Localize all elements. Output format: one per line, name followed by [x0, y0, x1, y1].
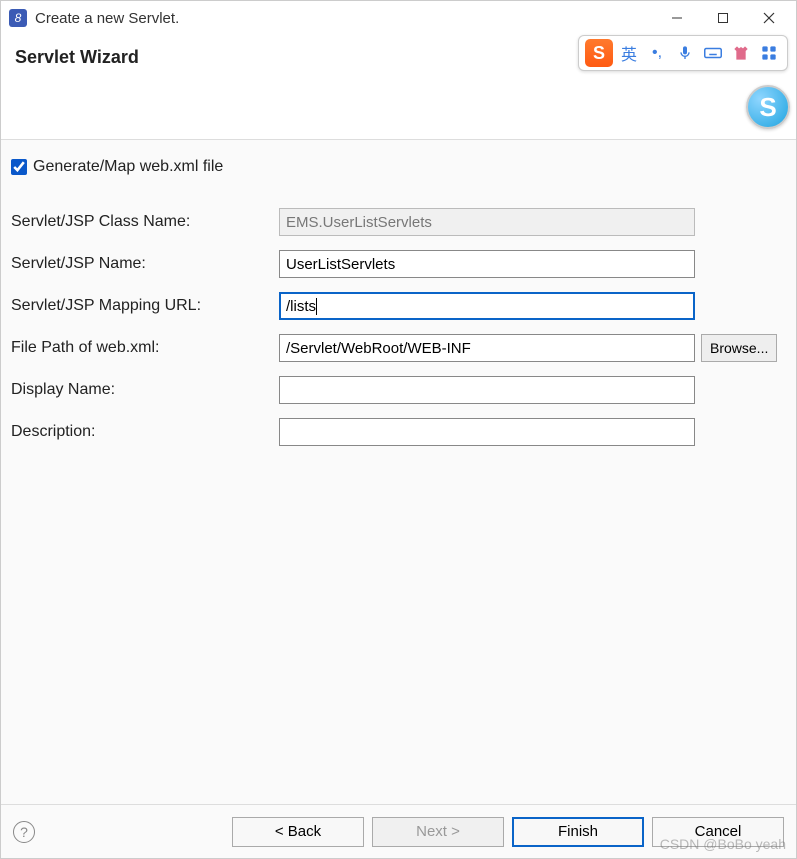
description-label: Description:	[11, 423, 279, 441]
browse-button[interactable]: Browse...	[701, 334, 777, 362]
back-button[interactable]: < Back	[232, 817, 364, 847]
skype-icon[interactable]: S	[746, 85, 790, 129]
ime-lang[interactable]: 英	[617, 41, 641, 65]
mapping-url-value: /lists	[286, 298, 316, 315]
maximize-button[interactable]	[700, 3, 746, 33]
file-path-label: File Path of web.xml:	[11, 339, 279, 357]
minimize-button[interactable]	[654, 3, 700, 33]
mapping-url-row: Servlet/JSP Mapping URL: /lists	[11, 292, 786, 320]
close-button[interactable]	[746, 3, 792, 33]
sogou-icon[interactable]: S	[585, 39, 613, 67]
mapping-url-label: Servlet/JSP Mapping URL:	[11, 297, 279, 315]
next-button: Next >	[372, 817, 504, 847]
display-name-label: Display Name:	[11, 381, 279, 399]
mapping-url-input[interactable]: /lists	[279, 292, 695, 320]
ime-punct-icon[interactable]: •,	[645, 41, 669, 65]
cancel-button[interactable]: Cancel	[652, 817, 784, 847]
display-name-row: Display Name:	[11, 376, 786, 404]
servlet-name-input[interactable]	[279, 250, 695, 278]
finish-button[interactable]: Finish	[512, 817, 644, 847]
window-title: Create a new Servlet.	[35, 10, 654, 27]
wizard-footer: ? < Back Next > Finish Cancel	[1, 804, 796, 858]
keyboard-icon[interactable]	[701, 41, 725, 65]
mic-icon[interactable]	[673, 41, 697, 65]
help-icon[interactable]: ?	[13, 821, 35, 843]
generate-webxml-checkbox[interactable]	[11, 159, 27, 175]
display-name-input[interactable]	[279, 376, 695, 404]
class-name-label: Servlet/JSP Class Name:	[11, 213, 279, 231]
wizard-content: Generate/Map web.xml file Servlet/JSP Cl…	[1, 140, 796, 806]
shirt-icon[interactable]	[729, 41, 753, 65]
ime-toolbar[interactable]: S 英 •,	[578, 35, 788, 71]
description-row: Description:	[11, 418, 786, 446]
generate-webxml-label: Generate/Map web.xml file	[33, 158, 223, 176]
titlebar: 8 Create a new Servlet.	[1, 1, 796, 35]
file-path-row: File Path of web.xml: Browse...	[11, 334, 786, 362]
grid-icon[interactable]	[757, 41, 781, 65]
wizard-header: Servlet Wizard S 英 •, S	[1, 35, 796, 140]
file-path-input[interactable]	[279, 334, 695, 362]
window-controls	[654, 3, 792, 33]
generate-webxml-checkbox-row[interactable]: Generate/Map web.xml file	[11, 158, 786, 176]
class-name-row: Servlet/JSP Class Name:	[11, 208, 786, 236]
description-input[interactable]	[279, 418, 695, 446]
servlet-name-row: Servlet/JSP Name:	[11, 250, 786, 278]
servlet-name-label: Servlet/JSP Name:	[11, 255, 279, 273]
app-icon: 8	[9, 9, 27, 27]
class-name-input	[279, 208, 695, 236]
